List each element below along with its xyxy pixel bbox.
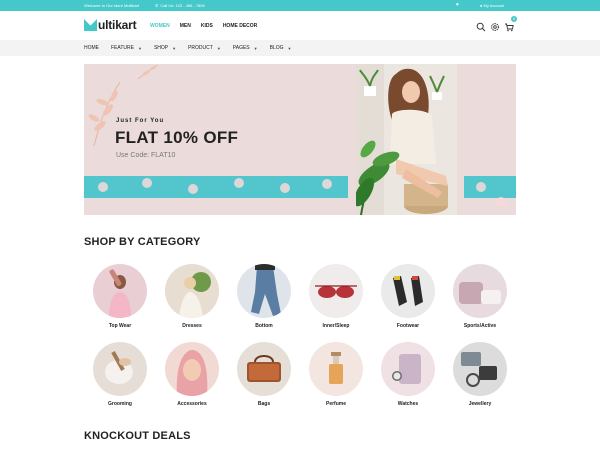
header-icons: 0 bbox=[472, 16, 517, 32]
secondary-nav: HOME FEATURE ▼ SHOP ▼ PRODUCT ▼ PAGES ▼ BLOG… bbox=[0, 40, 600, 56]
category-label: Footwear bbox=[396, 323, 420, 329]
category-image bbox=[381, 264, 435, 318]
nav-kids[interactable]: KIDS bbox=[201, 23, 213, 29]
top-bar: Welcome to Our store Multikart ✆ Call Us:… bbox=[0, 0, 600, 11]
category-jewellery[interactable]: Jewellery bbox=[444, 342, 516, 407]
flower-decoration bbox=[280, 183, 290, 193]
category-image bbox=[309, 342, 363, 396]
category-perfume[interactable]: Perfume bbox=[300, 342, 372, 407]
subnav-label: BLOG bbox=[269, 45, 284, 51]
category-image bbox=[381, 342, 435, 396]
settings-icon[interactable] bbox=[490, 19, 500, 31]
shop-by-category-title: SHOP BY CATEGORY bbox=[84, 236, 201, 248]
teal-band-right bbox=[464, 176, 516, 198]
category-sports-active[interactable]: Sports/Active bbox=[444, 264, 516, 329]
banner-model-photo bbox=[356, 64, 457, 215]
category-watches[interactable]: Watches bbox=[372, 342, 444, 407]
search-icon[interactable] bbox=[476, 19, 486, 32]
subnav-item-product[interactable]: PRODUCT ▼ bbox=[188, 45, 221, 51]
promo-banner[interactable]: Just For You FLAT 10% OFF Use Code: FLAT… bbox=[84, 64, 516, 215]
welcome-text: Welcome to Our store Multikart bbox=[84, 3, 140, 8]
cart-count-badge: 0 bbox=[511, 16, 517, 22]
my-account-link[interactable]: ● My Account bbox=[480, 3, 504, 8]
subnav-item-feature[interactable]: FEATURE ▼ bbox=[111, 45, 142, 51]
chevron-down-icon: ▼ bbox=[137, 45, 142, 51]
category-footwear[interactable]: Footwear bbox=[372, 264, 444, 329]
call-text: Call Us: 123 - 456 - 7890 bbox=[160, 3, 205, 8]
category-label: Sports/Active bbox=[463, 323, 497, 329]
category-image bbox=[453, 264, 507, 318]
knockout-deals-title: KNOCKOUT DEALS bbox=[84, 430, 191, 442]
main-nav: WOMEN MEN KIDS HOME DECOR bbox=[150, 23, 267, 29]
category-bags[interactable]: Bags bbox=[228, 342, 300, 407]
chevron-down-icon: ▼ bbox=[172, 45, 177, 51]
category-label: Bags bbox=[257, 401, 271, 407]
subnav-label: PRODUCT bbox=[188, 45, 213, 51]
leaf-decoration-top bbox=[137, 64, 159, 80]
category-image bbox=[93, 264, 147, 318]
header: ultikart WOMEN MEN KIDS HOME DECOR 0 bbox=[0, 11, 600, 40]
subnav-label: SHOP bbox=[153, 45, 169, 51]
nav-men[interactable]: MEN bbox=[180, 23, 191, 29]
heart-icon[interactable]: ♥ bbox=[456, 2, 459, 8]
flower-decoration bbox=[188, 184, 198, 194]
flower-decoration bbox=[98, 182, 108, 192]
category-image bbox=[453, 342, 507, 396]
logo-text: ultikart bbox=[98, 18, 137, 32]
category-label: Top Wear bbox=[108, 323, 132, 329]
nav-home-decor[interactable]: HOME DECOR bbox=[223, 23, 257, 29]
category-label: Watches bbox=[397, 401, 419, 407]
category-image bbox=[309, 264, 363, 318]
banner-kicker: Just For You bbox=[116, 118, 165, 124]
call-info: ✆ Call Us: 123 - 456 - 7890 bbox=[155, 3, 205, 8]
logo[interactable]: ultikart bbox=[84, 18, 137, 32]
category-label: Accessories bbox=[177, 401, 207, 407]
chevron-down-icon: ▼ bbox=[287, 45, 292, 51]
my-account-label: My Account bbox=[483, 3, 505, 8]
phone-icon: ✆ bbox=[155, 3, 159, 8]
category-dresses[interactable]: Dresses bbox=[156, 264, 228, 329]
category-accessories[interactable]: Accessories bbox=[156, 342, 228, 407]
subnav-label: HOME bbox=[84, 45, 99, 51]
category-label: Jewellery bbox=[468, 401, 492, 407]
subnav-item-home[interactable]: HOME bbox=[84, 45, 99, 51]
flower-decoration bbox=[234, 178, 244, 188]
banner-headline: FLAT 10% OFF bbox=[115, 128, 239, 147]
category-label: Bottom bbox=[255, 323, 273, 329]
teal-band-left bbox=[84, 176, 348, 198]
flower-decoration bbox=[476, 182, 486, 192]
category-image bbox=[237, 342, 291, 396]
category-image bbox=[165, 264, 219, 318]
category-bottom[interactable]: Bottom bbox=[228, 264, 300, 329]
subnav-item-shop[interactable]: SHOP ▼ bbox=[154, 45, 176, 51]
chevron-down-icon: ▼ bbox=[216, 45, 221, 51]
flower-decoration bbox=[322, 179, 332, 189]
subnav-item-pages[interactable]: PAGES ▼ bbox=[233, 45, 258, 51]
category-label: Perfume bbox=[325, 401, 346, 407]
banner-promo-code: Use Code: FLAT10 bbox=[116, 152, 176, 159]
flower-decoration bbox=[142, 178, 152, 188]
user-icon: ● bbox=[480, 3, 483, 8]
nav-women[interactable]: WOMEN bbox=[150, 23, 170, 29]
cart-icon[interactable]: 0 bbox=[504, 16, 517, 32]
category-label: Grooming bbox=[108, 401, 132, 407]
category-inner-sleep[interactable]: Inner/Sleep bbox=[300, 264, 372, 329]
category-grooming[interactable]: Grooming bbox=[84, 342, 156, 407]
category-label: Dresses bbox=[182, 323, 202, 329]
subnav-label: PAGES bbox=[232, 45, 250, 51]
flower-decoration bbox=[496, 197, 506, 207]
category-image bbox=[237, 264, 291, 318]
category-image bbox=[93, 342, 147, 396]
category-label: Inner/Sleep bbox=[322, 323, 350, 329]
logo-mark bbox=[84, 19, 97, 31]
category-top-wear[interactable]: Top Wear bbox=[84, 264, 156, 329]
subnav-item-blog[interactable]: BLOG ▼ bbox=[270, 45, 292, 51]
chevron-down-icon: ▼ bbox=[253, 45, 258, 51]
category-image bbox=[165, 342, 219, 396]
subnav-label: FEATURE bbox=[111, 45, 134, 51]
